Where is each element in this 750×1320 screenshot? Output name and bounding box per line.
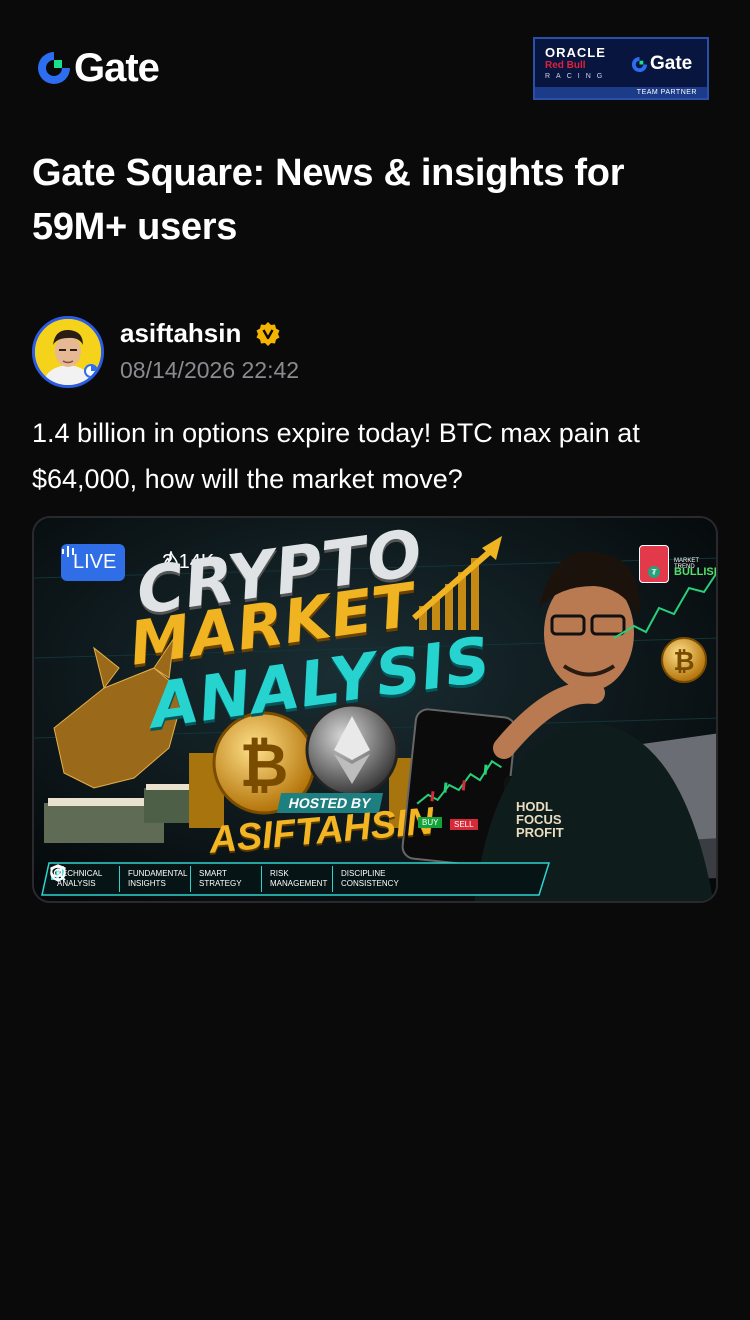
- feature-item: SMART STRATEGY: [50, 866, 262, 892]
- live-badge: LIVE: [61, 544, 126, 581]
- avatar-image: [35, 319, 101, 385]
- feature-line2: MANAGEMENT: [270, 879, 328, 888]
- gate-logo[interactable]: Gate: [36, 46, 160, 90]
- partner-line3: RACING: [545, 73, 609, 80]
- feature-line2: INSIGHTS: [128, 879, 166, 888]
- svg-text:₿: ₿: [673, 647, 694, 677]
- partner-line1: ORACLE: [545, 45, 606, 60]
- mug-text: HODL FOCUS PROFIT: [516, 799, 564, 840]
- phone-sell-button: SELL: [450, 819, 478, 830]
- feature-line1: FUNDAMENTAL: [128, 869, 188, 878]
- author-name[interactable]: asiftahsin: [120, 318, 241, 349]
- post-text[interactable]: 1.4 billion in options expire today! BTC…: [32, 410, 722, 502]
- post-timestamp: 08/14/2026 22:42: [120, 357, 300, 383]
- partner-caption: TEAM PARTNER: [636, 89, 697, 96]
- feature-line1: DISCIPLINE: [341, 869, 386, 878]
- feature-line2: STRATEGY: [199, 879, 242, 888]
- bullish-label: BULLISH: [674, 566, 718, 578]
- gate-logo-icon: [631, 56, 648, 72]
- svg-text:₿: ₿: [240, 731, 289, 801]
- partner-gate-logo: Gate: [631, 53, 692, 75]
- target-icon: [50, 865, 66, 881]
- audio-bars-icon: [62, 546, 74, 557]
- partner-line2: Red Bull: [545, 60, 586, 71]
- tether-icon: ₮: [648, 566, 660, 578]
- post-media-thumbnail[interactable]: ₿ ₿ LIVE 2.14K ₮ MARKET TREND BULLISH CR…: [32, 516, 718, 903]
- logo-text: Gate: [74, 46, 160, 90]
- feature-strip: TECHNICAL ANALYSIS FUNDAMENTAL INSIGHTS SM…: [49, 864, 545, 894]
- author-avatar[interactable]: [32, 316, 104, 388]
- phone-buy-button: BUY: [418, 817, 443, 828]
- gate-logo-icon: [38, 52, 70, 84]
- feature-line1: RISK: [270, 869, 289, 878]
- team-partner-badge: ORACLE Red Bull RACING Gate TEAM PARTNER: [533, 37, 709, 100]
- feature-item: FUNDAMENTAL INSIGHTS: [50, 865, 191, 892]
- feature-line1: SMART: [199, 869, 227, 878]
- feature-item: DISCIPLINE CONSISTENCY: [50, 865, 403, 892]
- page-title: Gate Square: News & insights for 59M+ us…: [32, 152, 625, 248]
- live-label: LIVE: [73, 551, 117, 573]
- feature-line2: CONSISTENCY: [341, 879, 399, 888]
- tether-card-icon: ₮: [639, 545, 669, 583]
- verified-badge-icon: [256, 322, 280, 346]
- partner-brand: Gate: [650, 53, 693, 74]
- feature-item: RISK MANAGEMENT: [50, 864, 333, 892]
